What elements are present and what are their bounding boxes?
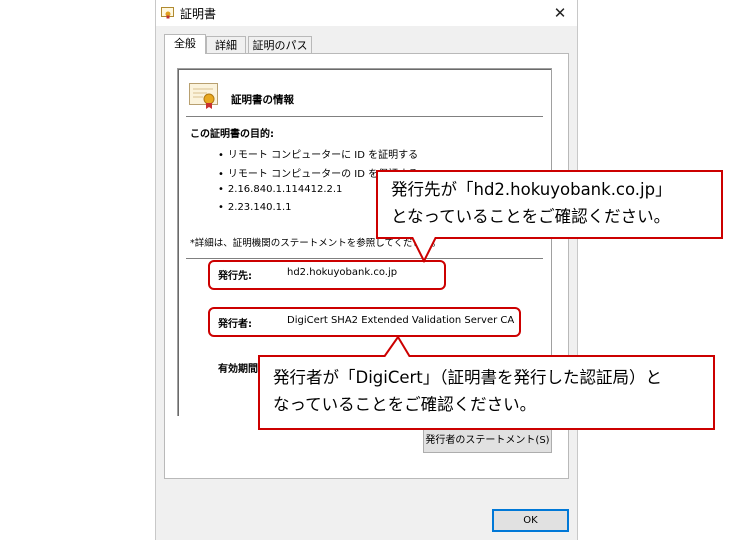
- purpose-item: リモート コンピューターに ID を証明する: [218, 146, 418, 161]
- callout-text: なっていることをご確認ください。: [273, 395, 537, 414]
- validity-label: 有効期間: [218, 364, 258, 375]
- info-divider: [186, 258, 543, 259]
- issued-to-callout: 発行先が「hd2.hokuyobank.co.jp」 となっていることをご確認く…: [376, 170, 723, 239]
- callout-text: 発行者が「DigiCert」（証明書を発行した認証局）と: [273, 368, 663, 387]
- tab-certification-path[interactable]: 証明のパス: [248, 36, 312, 53]
- title-bar: 証明書 ✕: [156, 0, 577, 26]
- callout-pointer: [411, 237, 437, 263]
- ok-button[interactable]: OK: [492, 509, 569, 532]
- issued-by-highlight: [208, 307, 521, 337]
- certificate-info-heading: 証明書の情報: [231, 94, 294, 106]
- purpose-item: 2.16.840.1.114412.2.1: [218, 184, 343, 195]
- callout-text: 発行先が「hd2.hokuyobank.co.jp」: [391, 180, 672, 199]
- purpose-title: この証明書の目的:: [190, 129, 274, 140]
- tab-details[interactable]: 詳細: [206, 36, 246, 53]
- issued-to-highlight: [208, 260, 446, 290]
- heading-divider: [186, 116, 543, 117]
- close-icon: ✕: [553, 4, 567, 22]
- issued-by-callout: 発行者が「DigiCert」（証明書を発行した認証局）と なっていることをご確認…: [258, 355, 715, 430]
- issuer-statement-button[interactable]: 発行者のステートメント(S): [423, 429, 552, 453]
- certificate-large-icon: [189, 83, 218, 109]
- window-title: 証明書: [180, 7, 217, 21]
- callout-text: となっていることをご確認ください。: [391, 207, 671, 226]
- close-button[interactable]: ✕: [549, 3, 571, 23]
- callout-pointer: [383, 336, 411, 357]
- purpose-item: 2.23.140.1.1: [218, 202, 292, 213]
- certificate-icon: [161, 7, 174, 19]
- tab-general[interactable]: 全般: [164, 34, 206, 54]
